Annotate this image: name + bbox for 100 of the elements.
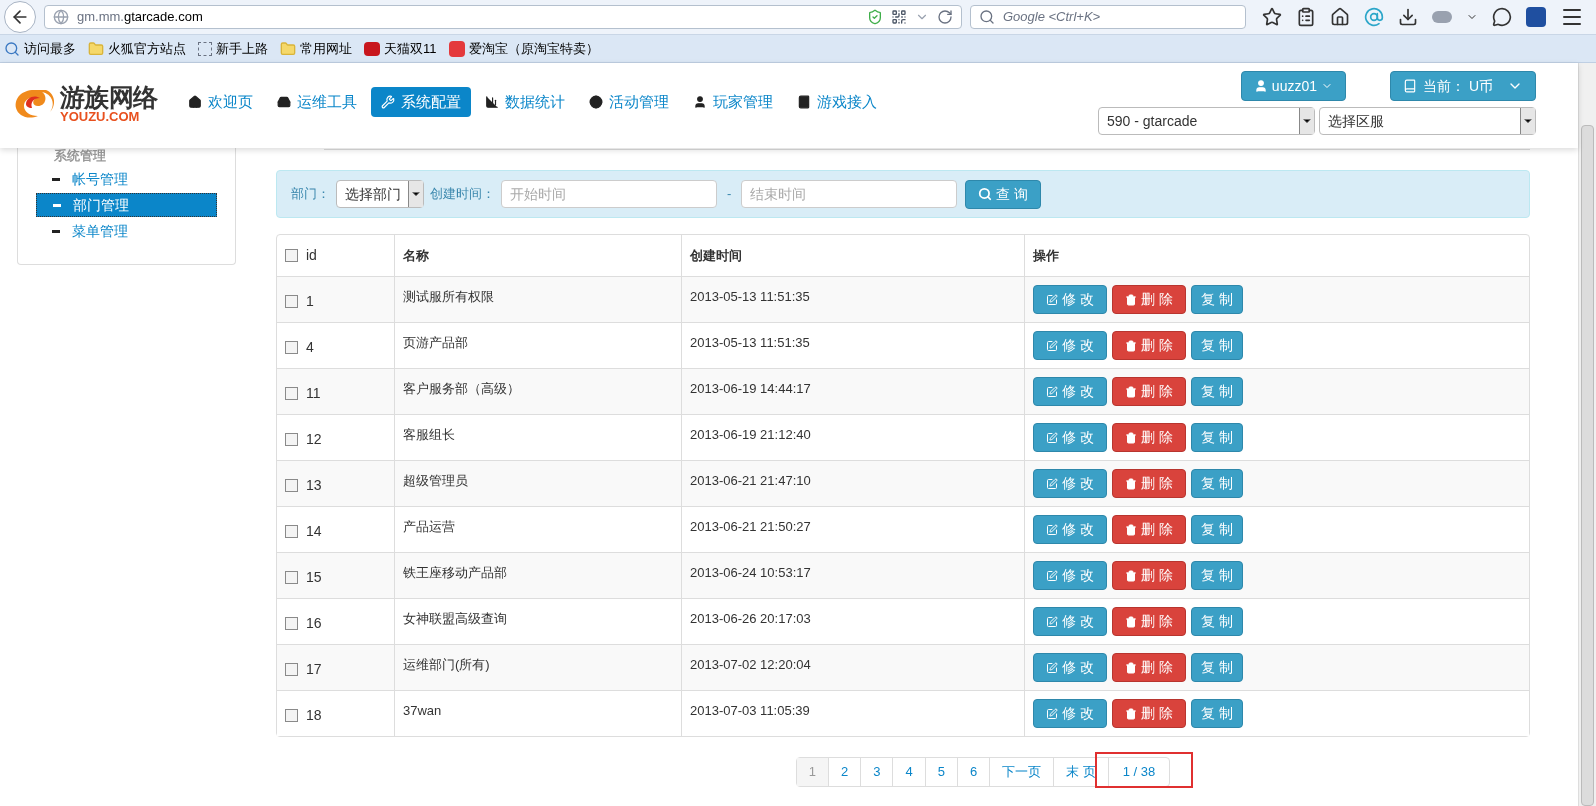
edit-button[interactable]: 修 改: [1033, 561, 1107, 590]
server-select[interactable]: 选择区服: [1319, 107, 1536, 135]
extension-icon[interactable]: [1526, 7, 1546, 27]
edit-button[interactable]: 修 改: [1033, 699, 1107, 728]
nav-tab[interactable]: 运维工具: [266, 87, 367, 117]
edit-button[interactable]: 修 改: [1033, 469, 1107, 498]
checkbox[interactable]: [285, 571, 298, 584]
edit-button[interactable]: 修 改: [1033, 423, 1107, 452]
checkbox[interactable]: [285, 249, 298, 262]
bookmark-link[interactable]: 新手上路: [216, 38, 268, 59]
scrollbar[interactable]: [1578, 63, 1596, 806]
page-link[interactable]: 4: [892, 758, 925, 786]
delete-button[interactable]: 删 除: [1112, 423, 1186, 452]
user-button[interactable]: uuzz01: [1240, 71, 1346, 101]
copy-button[interactable]: 复 制: [1191, 423, 1243, 452]
user-icon: [1253, 79, 1268, 93]
checkbox[interactable]: [285, 663, 298, 676]
copy-button[interactable]: 复 制: [1191, 561, 1243, 590]
bookmark-link[interactable]: 火狐官方站点: [108, 38, 186, 59]
wrench-icon: [380, 95, 395, 109]
nav-tab[interactable]: 欢迎页: [177, 87, 263, 117]
sidebar-item[interactable]: 菜单管理: [36, 219, 217, 243]
bookmark-link[interactable]: 天猫双11: [384, 38, 437, 59]
page-link[interactable]: 末 页: [1053, 758, 1108, 786]
page-link[interactable]: 2: [827, 758, 861, 786]
back-button[interactable]: [4, 1, 36, 33]
sidebar-item[interactable]: 部门管理: [36, 193, 217, 217]
edit-button[interactable]: 修 改: [1033, 653, 1107, 682]
end-time-field[interactable]: 结束时间: [741, 180, 958, 208]
page-link[interactable]: 3: [860, 758, 893, 786]
delete-button[interactable]: 删 除: [1112, 607, 1186, 636]
home-icon[interactable]: [1330, 7, 1350, 27]
page-link[interactable]: 6: [956, 758, 990, 786]
range-separator: -: [726, 185, 733, 204]
nav-tab[interactable]: 玩家管理: [682, 87, 783, 117]
delete-button[interactable]: 删 除: [1112, 285, 1186, 314]
edit-icon: [1046, 707, 1059, 720]
reload-icon[interactable]: [937, 9, 953, 25]
copy-button[interactable]: 复 制: [1191, 469, 1243, 498]
nav-tab[interactable]: 数据统计: [474, 87, 575, 117]
start-time-field[interactable]: 开始时间: [501, 180, 717, 208]
department-select[interactable]: 选择部门: [336, 180, 424, 208]
copy-button[interactable]: 复 制: [1191, 285, 1243, 314]
edit-button[interactable]: 修 改: [1033, 331, 1107, 360]
nav-tab[interactable]: 系统配置: [370, 87, 471, 117]
bookmark-link[interactable]: 爱淘宝（原淘宝特卖）: [468, 38, 599, 59]
checkbox[interactable]: [285, 295, 298, 308]
delete-button[interactable]: 删 除: [1112, 377, 1186, 406]
edit-button[interactable]: 修 改: [1033, 285, 1107, 314]
search-icon: [979, 9, 995, 25]
edit-icon: [1046, 385, 1059, 398]
delete-button[interactable]: 删 除: [1112, 331, 1186, 360]
page-link[interactable]: 5: [924, 758, 957, 786]
checkbox[interactable]: [285, 709, 298, 722]
chat-icon[interactable]: [1492, 7, 1512, 27]
url-text: gm.mm.gtarcade.com: [77, 8, 204, 27]
checkbox[interactable]: [285, 433, 298, 446]
bookmark-star-icon[interactable]: [1262, 7, 1282, 27]
copy-button[interactable]: 复 制: [1191, 331, 1243, 360]
platform-select[interactable]: 590 - gtarcade: [1098, 107, 1315, 135]
download-icon[interactable]: [1398, 7, 1418, 27]
nav-tab[interactable]: 游戏接入: [786, 87, 887, 117]
delete-button[interactable]: 删 除: [1112, 653, 1186, 682]
delete-button[interactable]: 删 除: [1112, 469, 1186, 498]
table-cell-text: 2013-07-03 11:05:39: [690, 701, 810, 720]
address-field[interactable]: gm.mm.gtarcade.com: [44, 5, 962, 29]
qr-code-icon[interactable]: [891, 9, 907, 25]
edit-button[interactable]: 修 改: [1033, 515, 1107, 544]
delete-button[interactable]: 删 除: [1112, 515, 1186, 544]
copy-button[interactable]: 复 制: [1191, 377, 1243, 406]
delete-button[interactable]: 删 除: [1112, 561, 1186, 590]
clipboard-icon[interactable]: [1296, 7, 1316, 27]
query-button[interactable]: 查 询: [965, 179, 1042, 209]
copy-button[interactable]: 复 制: [1191, 653, 1243, 682]
bookmark-link[interactable]: 常用网址: [300, 38, 352, 59]
copy-button[interactable]: 复 制: [1191, 699, 1243, 728]
checkbox[interactable]: [285, 387, 298, 400]
copy-button[interactable]: 复 制: [1191, 515, 1243, 544]
checkbox[interactable]: [285, 479, 298, 492]
currency-button[interactable]: 当前： U币: [1390, 71, 1536, 101]
checkbox[interactable]: [285, 525, 298, 538]
trash-icon: [1125, 523, 1138, 536]
copy-button[interactable]: 复 制: [1191, 607, 1243, 636]
bookmark-link[interactable]: 访问最多: [24, 38, 76, 59]
section-label: 系统管理: [54, 147, 106, 166]
table-cell-text: 2013-05-13 11:51:35: [690, 333, 810, 352]
page-link[interactable]: 下一页: [989, 758, 1054, 786]
edit-button[interactable]: 修 改: [1033, 607, 1107, 636]
dash-icon: [52, 177, 60, 181]
delete-button[interactable]: 删 除: [1112, 699, 1186, 728]
shield-icon[interactable]: [867, 9, 883, 25]
search-field[interactable]: Google <Ctrl+K>: [970, 5, 1246, 29]
checkbox[interactable]: [285, 617, 298, 630]
column-header: 名称: [403, 246, 429, 265]
sidebar-item[interactable]: 帐号管理: [36, 167, 217, 191]
edit-button[interactable]: 修 改: [1033, 377, 1107, 406]
at-sign-icon[interactable]: [1364, 7, 1384, 27]
nav-tab[interactable]: 活动管理: [578, 87, 679, 117]
checkbox[interactable]: [285, 341, 298, 354]
page-link[interactable]: 1: [796, 758, 828, 786]
